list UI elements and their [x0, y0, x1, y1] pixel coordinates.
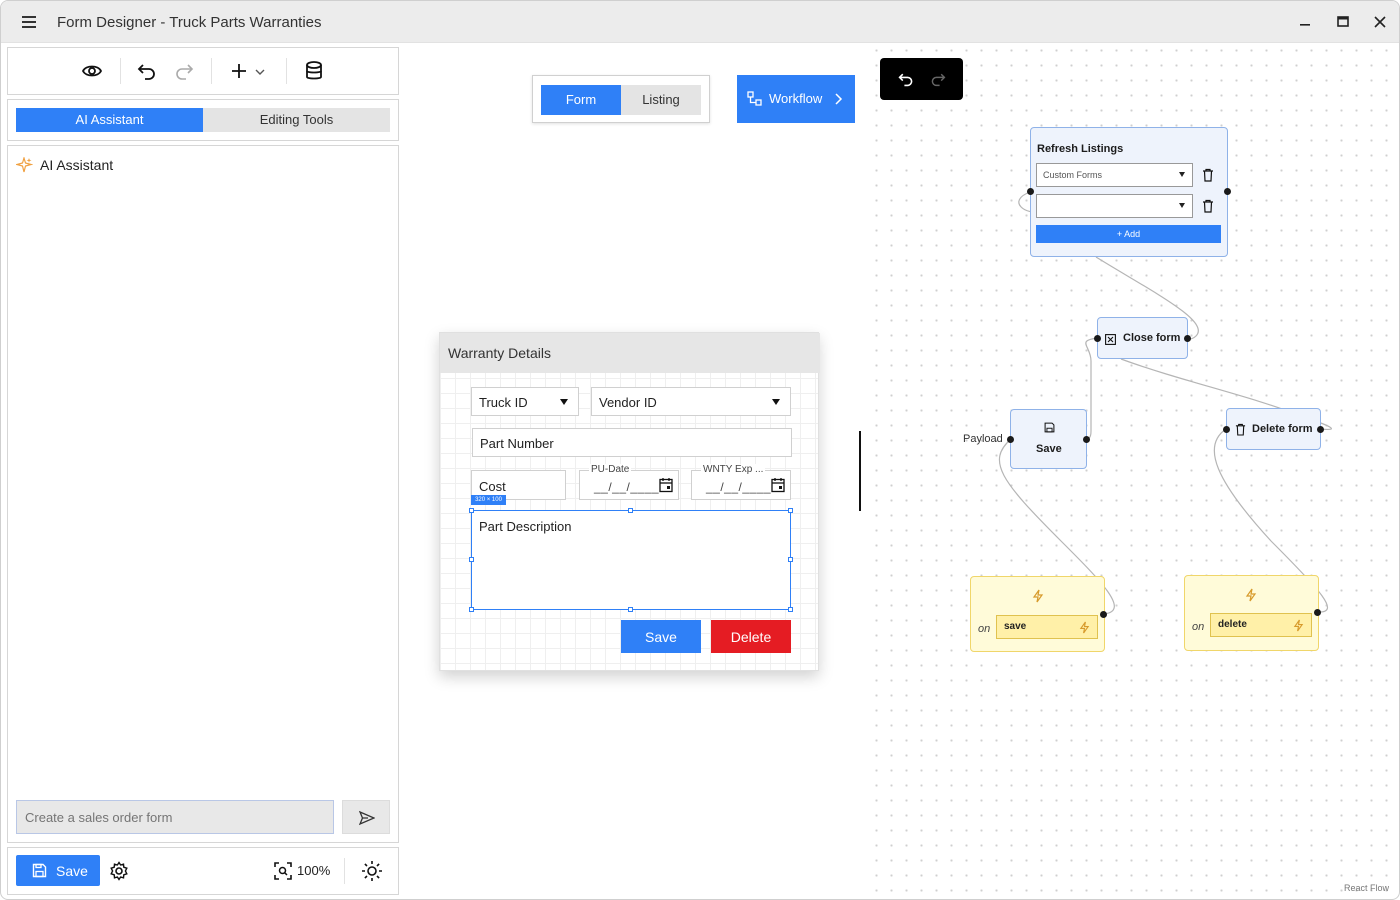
- close-form-title: Close form: [1123, 332, 1181, 344]
- lightning-icon: [1293, 619, 1304, 632]
- connection-handle[interactable]: [1007, 436, 1014, 443]
- event-delete-on-label: on: [1192, 621, 1205, 633]
- lightning-icon: [1079, 621, 1090, 634]
- refresh-select-1-value: Custom Forms: [1043, 170, 1103, 180]
- connection-handle[interactable]: [1100, 611, 1107, 618]
- close-box-icon: [1105, 334, 1116, 345]
- app-window: Form Designer - Truck Parts Warranties A…: [0, 0, 1400, 900]
- event-delete-input[interactable]: delete: [1210, 613, 1312, 637]
- trash-icon: [1235, 423, 1246, 436]
- connection-handle[interactable]: [1083, 436, 1090, 443]
- payload-label: Payload: [963, 433, 1003, 445]
- delete-form-title: Delete form: [1252, 423, 1313, 435]
- refresh-add-button[interactable]: + Add: [1036, 225, 1221, 243]
- dropdown-arrow-icon: [1179, 172, 1185, 177]
- edge: [1085, 337, 1098, 440]
- save-node[interactable]: Save: [1010, 409, 1087, 469]
- event-delete-value: delete: [1218, 619, 1247, 630]
- connection-handle[interactable]: [1223, 426, 1230, 433]
- event-save-value: save: [1004, 621, 1027, 632]
- connection-handle[interactable]: [1224, 188, 1231, 195]
- connection-handle[interactable]: [1027, 188, 1034, 195]
- save-node-title: Save: [1036, 443, 1062, 455]
- close-form-node[interactable]: Close form: [1097, 317, 1188, 359]
- trash-icon[interactable]: [1202, 168, 1214, 187]
- connection-handle[interactable]: [1094, 335, 1101, 342]
- connection-handle[interactable]: [1314, 609, 1321, 616]
- event-save-on-label: on: [978, 623, 991, 635]
- save-icon: [1044, 422, 1055, 433]
- refresh-listings-title: Refresh Listings: [1037, 143, 1124, 155]
- refresh-select-2[interactable]: [1036, 194, 1193, 218]
- refresh-select-1[interactable]: Custom Forms: [1036, 163, 1193, 187]
- lightning-icon: [1245, 588, 1257, 602]
- lightning-icon: [1032, 589, 1044, 603]
- event-save-input[interactable]: save: [996, 615, 1098, 639]
- connection-handle[interactable]: [1317, 426, 1324, 433]
- dropdown-arrow-icon: [1179, 203, 1185, 208]
- delete-form-node[interactable]: Delete form: [1226, 408, 1321, 450]
- trash-icon[interactable]: [1202, 199, 1214, 218]
- connection-handle[interactable]: [1184, 335, 1191, 342]
- event-save-node[interactable]: on: [970, 576, 1105, 652]
